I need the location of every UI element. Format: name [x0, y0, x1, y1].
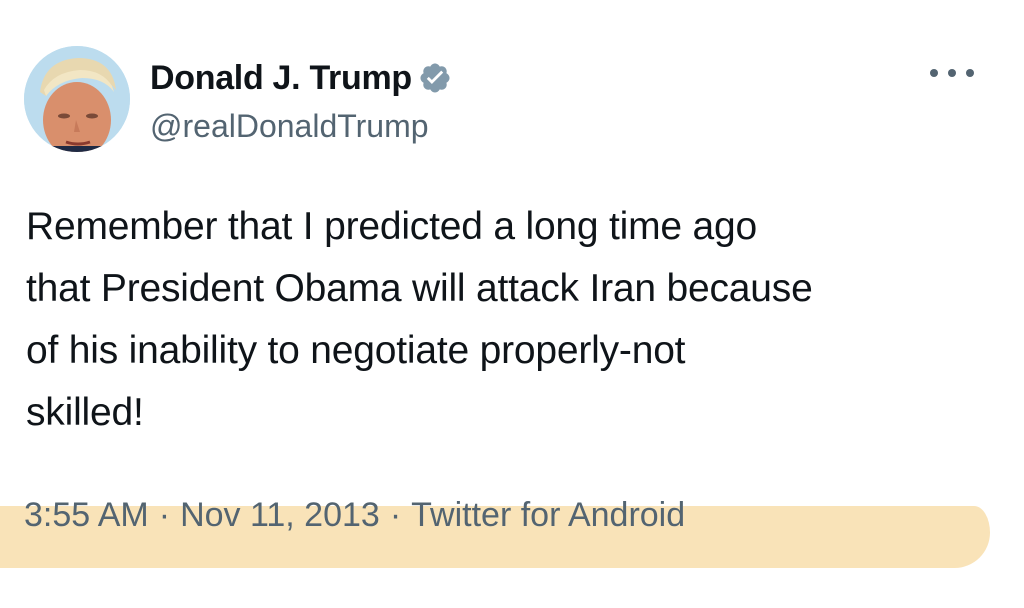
tweet-text-line: of his inability to negotiate properly-n…: [26, 329, 686, 372]
more-options-icon[interactable]: [930, 66, 974, 80]
tweet-text: Remember that I predicted a long time ag…: [26, 196, 998, 444]
avatar[interactable]: [24, 46, 130, 152]
tweet-text-line: Remember that I predicted a long time ag…: [26, 205, 758, 248]
tweet-metadata: 3:55 AM · Nov 11, 2013 · Twitter for And…: [24, 496, 685, 535]
more-dot: [948, 69, 956, 77]
more-dot: [930, 69, 938, 77]
verified-badge-icon: [418, 61, 452, 95]
more-dot: [966, 69, 974, 77]
tweet-date[interactable]: Nov 11, 2013: [180, 496, 380, 535]
tweet-card: Donald J. Trump @realDonaldTrump Remembe…: [0, 0, 1024, 608]
tweet-time[interactable]: 3:55 AM: [24, 496, 149, 535]
separator: ·: [158, 496, 171, 534]
separator: ·: [389, 496, 402, 534]
tweet-source[interactable]: Twitter for Android: [411, 496, 685, 535]
author-handle[interactable]: @realDonaldTrump: [150, 108, 429, 145]
tweet-text-line: skilled!: [26, 391, 144, 434]
author-name-row: Donald J. Trump: [150, 58, 452, 98]
avatar-image: [24, 46, 130, 152]
tweet-text-line: that President Obama will attack Iran be…: [26, 267, 813, 310]
display-name[interactable]: Donald J. Trump: [150, 59, 412, 98]
